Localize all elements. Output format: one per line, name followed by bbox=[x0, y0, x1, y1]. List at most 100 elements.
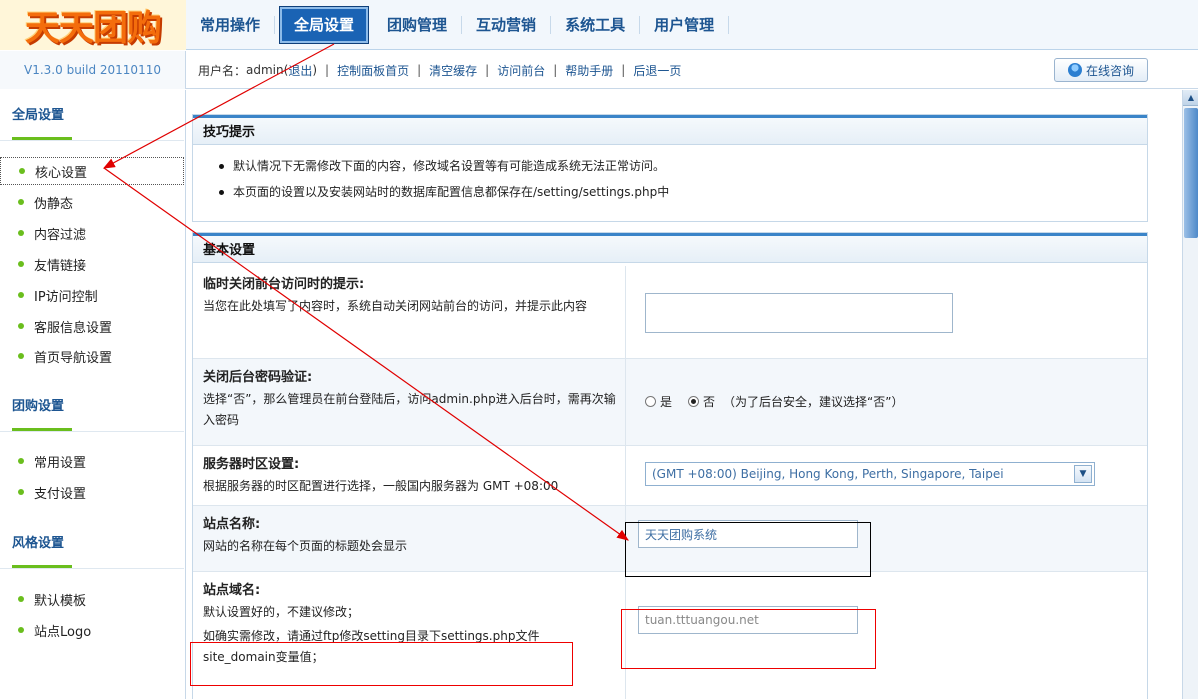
user-icon bbox=[1067, 63, 1082, 77]
sidebar-item-home-nav[interactable]: 首页导航设置 bbox=[0, 342, 184, 370]
radio-yes-label: 是 bbox=[660, 395, 673, 409]
timezone-selected-value: (GMT +08:00) Beijing, Hong Kong, Perth, … bbox=[652, 467, 1004, 481]
column-divider bbox=[625, 266, 626, 358]
bullet-icon bbox=[18, 596, 24, 602]
sidebar-item-label: 首页导航设置 bbox=[34, 350, 113, 366]
sidebar-item-ip-control[interactable]: IP访问控制 bbox=[0, 281, 184, 309]
divider bbox=[0, 431, 184, 432]
column-divider bbox=[625, 446, 626, 505]
bullet-icon bbox=[18, 230, 24, 236]
chevron-down-icon[interactable]: ▼ bbox=[1074, 465, 1092, 483]
separator: | bbox=[553, 63, 558, 77]
setting-label: 关闭后台密码验证: bbox=[203, 370, 313, 385]
sidebar-item-friend-links[interactable]: 友情链接 bbox=[0, 250, 184, 278]
link-help-manual[interactable]: 帮助手册 bbox=[565, 62, 613, 79]
setting-label: 服务器时区设置: bbox=[203, 457, 300, 472]
sidebar-item-label: 默认模板 bbox=[34, 593, 87, 609]
bullet-icon bbox=[18, 627, 24, 633]
sidebar-item-service-info[interactable]: 客服信息设置 bbox=[0, 312, 184, 340]
bullet-icon bbox=[18, 353, 24, 359]
username-prefix: 用户名： bbox=[198, 63, 247, 78]
setting-desc: 根据服务器的时区配置进行选择，一般国内服务器为 GMT +08:00 bbox=[203, 479, 559, 493]
tab-global-settings[interactable]: 全局设置 bbox=[279, 6, 370, 44]
tips-panel: 技巧提示 默认情况下无需修改下面的内容，修改域名设置等有可能造成系统无法正常访问… bbox=[192, 114, 1148, 222]
sidebar-item-label: 支付设置 bbox=[34, 486, 87, 502]
security-note: （为了后台安全，建议选择“否”） bbox=[723, 395, 904, 409]
column-divider bbox=[625, 359, 626, 445]
close-site-message-input[interactable] bbox=[645, 293, 953, 333]
tab-marketing[interactable]: 互动营销 bbox=[462, 16, 552, 34]
separator: | bbox=[621, 63, 626, 77]
panel-title: 技巧提示 bbox=[193, 115, 1147, 145]
setting-label-group: 服务器时区设置: 根据服务器的时区配置进行选择，一般国内服务器为 GMT +08… bbox=[203, 454, 621, 497]
sidebar: 全局设置 核心设置 伪静态 内容过滤 友情链接 IP访问控制 客服信息设置 首页… bbox=[0, 90, 186, 699]
tab-groupbuy-manage[interactable]: 团购管理 bbox=[373, 16, 463, 34]
link-go-back[interactable]: 后退一页 bbox=[633, 62, 681, 79]
link-dashboard[interactable]: 控制面板首页 bbox=[337, 62, 409, 79]
logo-text: 天天团购 bbox=[24, 8, 162, 49]
bullet-icon bbox=[18, 261, 24, 267]
sidebar-item-payment-settings[interactable]: 支付设置 bbox=[0, 478, 184, 506]
vertical-scrollbar[interactable]: ▲ bbox=[1182, 90, 1198, 699]
setting-label: 站点名称: bbox=[203, 517, 261, 532]
annotation-box bbox=[621, 609, 876, 669]
scrollbar-thumb[interactable] bbox=[1184, 108, 1198, 238]
radio-yes[interactable] bbox=[645, 396, 656, 407]
bullet-icon bbox=[18, 489, 24, 495]
tab-user-manage[interactable]: 用户管理 bbox=[640, 16, 730, 34]
tip-item: 默认情况下无需修改下面的内容，修改域名设置等有可能造成系统无法正常访问。 bbox=[219, 153, 1147, 179]
setting-label: 站点域名: bbox=[203, 583, 261, 598]
setting-desc: 默认设置好的，不建议修改； bbox=[203, 605, 360, 619]
link-visit-frontend[interactable]: 访问前台 bbox=[497, 62, 545, 79]
bullet-icon bbox=[18, 458, 24, 464]
sidebar-item-label: 核心设置 bbox=[35, 165, 88, 181]
sidebar-item-label: 伪静态 bbox=[34, 196, 74, 212]
sidebar-item-content-filter[interactable]: 内容过滤 bbox=[0, 219, 184, 247]
online-consult-label: 在线咨询 bbox=[1085, 63, 1134, 78]
brand-logo[interactable]: 天天团购 bbox=[0, 0, 186, 50]
radio-no[interactable] bbox=[688, 396, 700, 407]
paren-close: ) bbox=[312, 63, 318, 77]
sidebar-item-default-template[interactable]: 默认模板 bbox=[0, 585, 184, 613]
setting-desc: 选择“否”，那么管理员在前台登陆后，访问admin.php进入后台时，需再次输入… bbox=[203, 392, 616, 427]
password-verify-options: 是 否 （为了后台安全，建议选择“否”） bbox=[645, 393, 903, 410]
divider bbox=[0, 140, 184, 141]
setting-label-group: 关闭后台密码验证: 选择“否”，那么管理员在前台登陆后，访问admin.php进… bbox=[203, 367, 621, 431]
setting-label-group: 临时关闭前台访问时的提示: 当您在此处填写了内容时，系统自动关闭网站前台的访问，… bbox=[203, 274, 621, 317]
tip-item: 本页面的设置以及安装网站时的数据库配置信息都保存在/setting/settin… bbox=[219, 179, 1147, 205]
sidebar-group-title: 全局设置 bbox=[12, 108, 65, 123]
sidebar-item-common-settings[interactable]: 常用设置 bbox=[0, 447, 184, 475]
divider bbox=[0, 568, 184, 569]
top-nav: 常用操作 全局设置 团购管理 互动营销 系统工具 用户管理 bbox=[186, 0, 730, 50]
setting-label: 临时关闭前台访问时的提示: bbox=[203, 277, 365, 292]
username: admin bbox=[246, 63, 284, 77]
online-consult-button[interactable]: 在线咨询 bbox=[1054, 58, 1148, 82]
annotation-box bbox=[625, 522, 871, 577]
tab-common-ops[interactable]: 常用操作 bbox=[186, 16, 276, 34]
tab-system-tools[interactable]: 系统工具 bbox=[551, 16, 641, 34]
sub-bar: V1.3.0 build 20110110 用户名： admin ( 退出 ) … bbox=[0, 51, 1198, 89]
scroll-up-icon[interactable]: ▲ bbox=[1183, 90, 1198, 106]
panel-title: 基本设置 bbox=[193, 233, 1147, 263]
separator: | bbox=[325, 63, 330, 77]
bullet-icon bbox=[18, 323, 24, 329]
main-content: 技巧提示 默认情况下无需修改下面的内容，修改域名设置等有可能造成系统无法正常访问… bbox=[186, 90, 1182, 699]
link-clear-cache[interactable]: 清空缓存 bbox=[429, 62, 477, 79]
sidebar-item-label: 常用设置 bbox=[34, 455, 87, 471]
sidebar-item-label: 内容过滤 bbox=[34, 227, 87, 243]
sidebar-item-pseudo-static[interactable]: 伪静态 bbox=[0, 188, 184, 216]
logout-link[interactable]: 退出 bbox=[288, 62, 312, 79]
setting-desc: 当您在此处填写了内容时，系统自动关闭网站前台的访问，并提示此内容 bbox=[203, 299, 588, 313]
sidebar-item-core-settings[interactable]: 核心设置 bbox=[0, 157, 184, 185]
sidebar-item-site-logo[interactable]: 站点Logo bbox=[0, 616, 184, 644]
top-bar: 天天团购 常用操作 全局设置 团购管理 互动营销 系统工具 用户管理 bbox=[0, 0, 1198, 50]
separator: | bbox=[485, 63, 490, 77]
tips-list: 默认情况下无需修改下面的内容，修改域名设置等有可能造成系统无法正常访问。 本页面… bbox=[193, 145, 1147, 205]
sidebar-item-label: 站点Logo bbox=[34, 624, 92, 640]
sidebar-item-label: 客服信息设置 bbox=[34, 320, 113, 336]
bullet-icon bbox=[18, 199, 24, 205]
setting-desc: 网站的名称在每个页面的标题处会显示 bbox=[203, 539, 408, 553]
quick-links: 用户名： admin ( 退出 ) | 控制面板首页 | 清空缓存 | 访问前台… bbox=[198, 51, 681, 89]
timezone-select[interactable]: (GMT +08:00) Beijing, Hong Kong, Perth, … bbox=[645, 462, 1095, 486]
setting-row: 关闭后台密码验证: 选择“否”，那么管理员在前台登陆后，访问admin.php进… bbox=[193, 359, 1147, 446]
